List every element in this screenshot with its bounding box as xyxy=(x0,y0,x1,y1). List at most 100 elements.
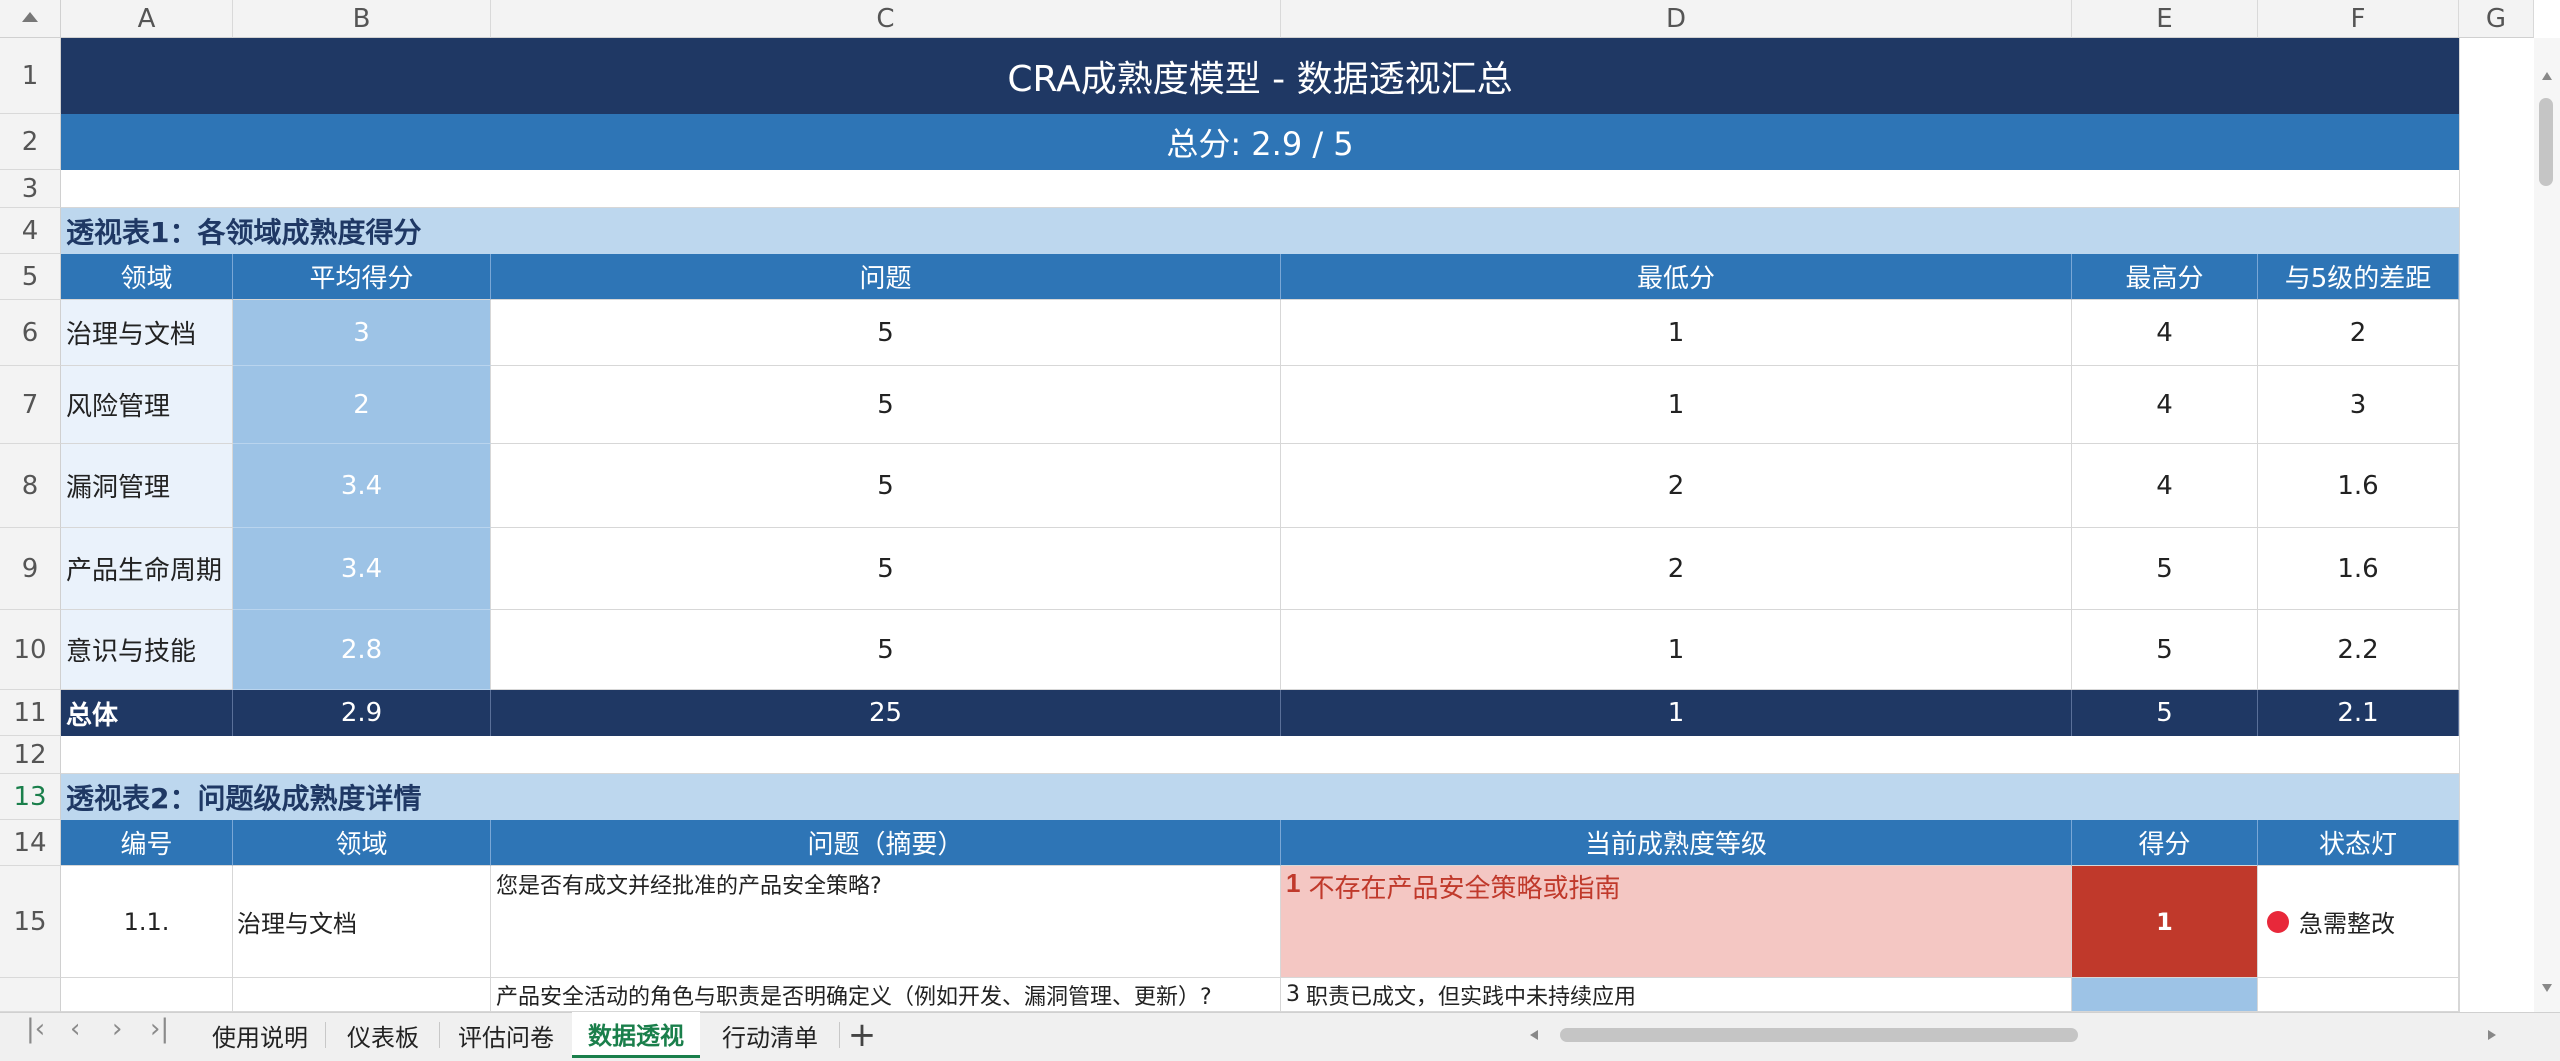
row-header-9[interactable]: 9 xyxy=(0,528,61,610)
col-header-e[interactable]: E xyxy=(2072,0,2258,38)
pivot2-id[interactable]: 1.1. xyxy=(61,866,233,978)
pivot2-header-score[interactable]: 得分 xyxy=(2072,820,2258,866)
col-header-b[interactable]: B xyxy=(233,0,491,38)
scroll-down-icon[interactable] xyxy=(2542,984,2552,992)
pivot2-header-domain[interactable]: 领域 xyxy=(233,820,491,866)
first-sheet-icon[interactable]: |‹ xyxy=(26,1014,45,1044)
pivot2-header-level[interactable]: 当前成熟度等级 xyxy=(1281,820,2072,866)
pivot1-count[interactable]: 5 xyxy=(491,444,1281,528)
col-header-c[interactable]: C xyxy=(491,0,1281,38)
pivot1-total-label[interactable]: 总体 xyxy=(61,690,233,736)
pivot1-header-count[interactable]: 问题 xyxy=(491,254,1281,300)
last-sheet-icon[interactable]: ›| xyxy=(150,1014,169,1044)
horizontal-scroll-thumb[interactable] xyxy=(1560,1028,2078,1042)
sheet-tab-dashboard[interactable]: 仪表板 xyxy=(328,1012,438,1058)
pivot1-gap[interactable]: 3 xyxy=(2258,366,2459,444)
pivot1-avg[interactable]: 2 xyxy=(233,366,491,444)
pivot1-gap[interactable]: 2 xyxy=(2258,300,2459,366)
pivot1-header-gap[interactable]: 与5级的差距 xyxy=(2258,254,2459,300)
row-header-8[interactable]: 8 xyxy=(0,444,61,528)
pivot1-total-gap[interactable]: 2.1 xyxy=(2258,690,2459,736)
pivot1-total-min[interactable]: 1 xyxy=(1281,690,2072,736)
pivot1-avg[interactable]: 2.8 xyxy=(233,610,491,690)
vertical-scrollbar[interactable] xyxy=(2534,38,2560,1012)
pivot2-score[interactable] xyxy=(2072,978,2258,1012)
row-header-10[interactable]: 10 xyxy=(0,610,61,690)
sheet-tab-action-list[interactable]: 行动清单 xyxy=(702,1012,838,1058)
col-header-a[interactable]: A xyxy=(61,0,233,38)
pivot1-max[interactable]: 4 xyxy=(2072,300,2258,366)
row-header-14[interactable]: 14 xyxy=(0,820,61,866)
col-header-g[interactable]: G xyxy=(2459,0,2534,38)
pivot2-question[interactable]: 您是否有成文并经批准的产品安全策略? xyxy=(491,866,1281,978)
pivot2-domain[interactable]: 治理与文档 xyxy=(233,866,491,978)
scroll-right-icon[interactable] xyxy=(2488,1030,2496,1040)
pivot1-total-count[interactable]: 25 xyxy=(491,690,1281,736)
empty-row[interactable] xyxy=(61,736,2459,774)
pivot2-level[interactable]: 3 职责已成文，但实践中未持续应用 xyxy=(1281,978,2072,1012)
pivot1-domain[interactable]: 风险管理 xyxy=(61,366,233,444)
horizontal-scrollbar[interactable] xyxy=(1500,1022,2510,1048)
pivot1-domain[interactable]: 产品生命周期 xyxy=(61,528,233,610)
pivot1-max[interactable]: 5 xyxy=(2072,528,2258,610)
add-sheet-icon[interactable]: + xyxy=(842,1012,882,1058)
pivot1-title[interactable]: 透视表1：各领域成熟度得分 xyxy=(61,208,2459,254)
column-g-area[interactable] xyxy=(2459,38,2534,1012)
pivot1-max[interactable]: 4 xyxy=(2072,444,2258,528)
pivot1-gap[interactable]: 2.2 xyxy=(2258,610,2459,690)
pivot1-min[interactable]: 1 xyxy=(1281,300,2072,366)
next-sheet-icon[interactable]: › xyxy=(112,1014,122,1044)
row-header-7[interactable]: 7 xyxy=(0,366,61,444)
pivot2-header-status[interactable]: 状态灯 xyxy=(2258,820,2459,866)
pivot2-question[interactable]: 产品安全活动的角色与职责是否明确定义（例如开发、漏洞管理、更新）? xyxy=(491,978,1281,1012)
scroll-left-icon[interactable] xyxy=(1530,1030,1538,1040)
pivot1-gap[interactable]: 1.6 xyxy=(2258,528,2459,610)
empty-row[interactable] xyxy=(61,170,2459,208)
pivot1-count[interactable]: 5 xyxy=(491,300,1281,366)
pivot1-avg[interactable]: 3.4 xyxy=(233,444,491,528)
pivot1-min[interactable]: 2 xyxy=(1281,528,2072,610)
pivot1-total-avg[interactable]: 2.9 xyxy=(233,690,491,736)
pivot1-domain[interactable]: 意识与技能 xyxy=(61,610,233,690)
prev-sheet-icon[interactable]: ‹ xyxy=(70,1014,80,1044)
pivot1-header-avg[interactable]: 平均得分 xyxy=(233,254,491,300)
pivot1-total-max[interactable]: 5 xyxy=(2072,690,2258,736)
pivot1-header-max[interactable]: 最高分 xyxy=(2072,254,2258,300)
row-header-2[interactable]: 2 xyxy=(0,114,61,170)
total-score[interactable]: 总分: 2.9 / 5 xyxy=(61,114,2459,170)
pivot1-count[interactable]: 5 xyxy=(491,610,1281,690)
row-header-5[interactable]: 5 xyxy=(0,254,61,300)
row-header-4[interactable]: 4 xyxy=(0,208,61,254)
pivot2-domain[interactable] xyxy=(233,978,491,1012)
vertical-scroll-thumb[interactable] xyxy=(2539,98,2553,186)
scroll-up-icon[interactable] xyxy=(2542,72,2552,80)
pivot1-gap[interactable]: 1.6 xyxy=(2258,444,2459,528)
sheet-tab-instructions[interactable]: 使用说明 xyxy=(196,1012,324,1058)
pivot1-max[interactable]: 4 xyxy=(2072,366,2258,444)
sheet-tab-questionnaire[interactable]: 评估问卷 xyxy=(442,1012,570,1058)
row-header-16[interactable] xyxy=(0,978,61,1012)
pivot1-count[interactable]: 5 xyxy=(491,528,1281,610)
pivot2-status[interactable]: 急需整改 xyxy=(2258,866,2459,978)
pivot2-header-question[interactable]: 问题（摘要） xyxy=(491,820,1281,866)
row-header-1[interactable]: 1 xyxy=(0,38,61,114)
sheet-tab-pivot[interactable]: 数据透视 xyxy=(572,1012,700,1058)
pivot1-max[interactable]: 5 xyxy=(2072,610,2258,690)
pivot2-header-id[interactable]: 编号 xyxy=(61,820,233,866)
pivot1-min[interactable]: 1 xyxy=(1281,610,2072,690)
pivot1-count[interactable]: 5 xyxy=(491,366,1281,444)
pivot1-min[interactable]: 2 xyxy=(1281,444,2072,528)
col-header-f[interactable]: F xyxy=(2258,0,2459,38)
row-header-3[interactable]: 3 xyxy=(0,170,61,208)
row-header-12[interactable]: 12 xyxy=(0,736,61,774)
pivot1-header-domain[interactable]: 领域 xyxy=(61,254,233,300)
row-header-13[interactable]: 13 xyxy=(0,774,61,820)
pivot2-score[interactable]: 1 xyxy=(2072,866,2258,978)
pivot2-id[interactable] xyxy=(61,978,233,1012)
pivot2-status[interactable] xyxy=(2258,978,2459,1012)
pivot2-level[interactable]: 1 不存在产品安全策略或指南 xyxy=(1281,866,2072,978)
pivot1-min[interactable]: 1 xyxy=(1281,366,2072,444)
pivot1-header-min[interactable]: 最低分 xyxy=(1281,254,2072,300)
row-header-6[interactable]: 6 xyxy=(0,300,61,366)
select-all-corner[interactable] xyxy=(0,0,61,38)
